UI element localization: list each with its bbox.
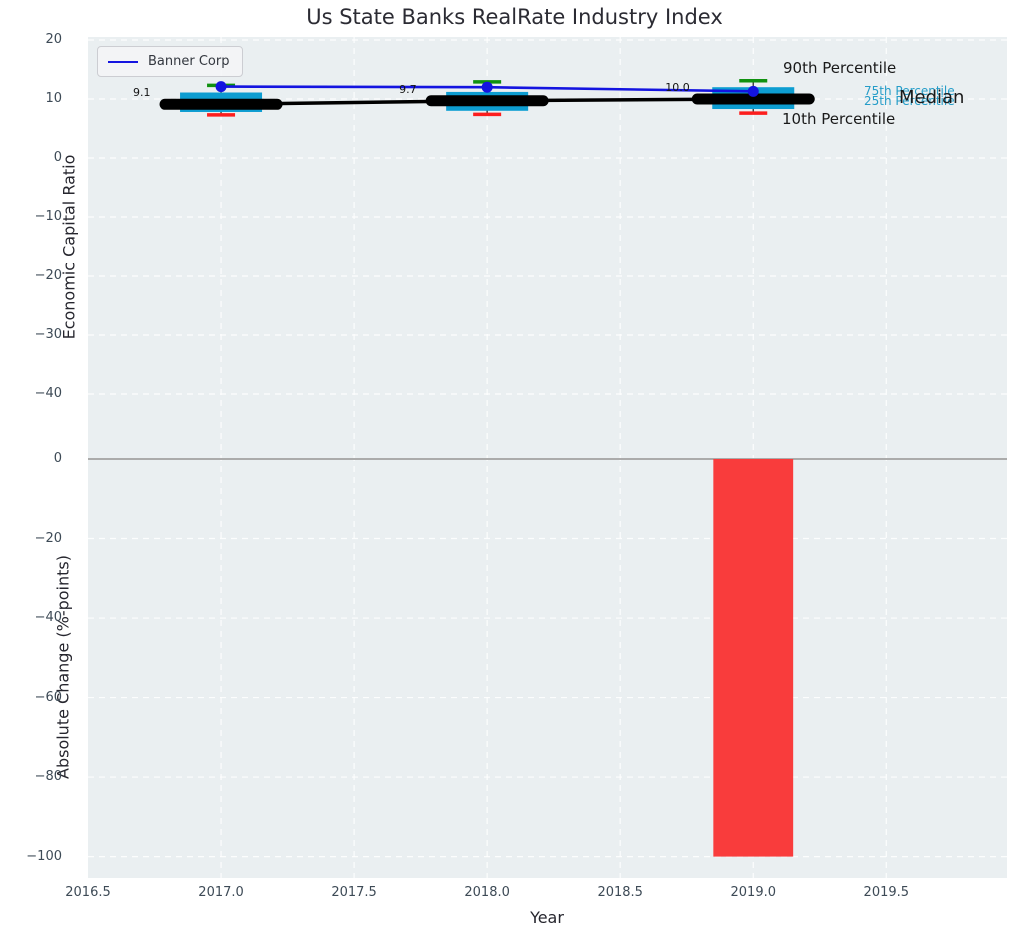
legend-line-swatch <box>108 60 138 63</box>
y-tick-label: −80 <box>34 769 62 785</box>
y-tick-label: −20 <box>34 268 62 283</box>
x-tick-label: 2017.0 <box>198 885 244 900</box>
legend: Banner Corp <box>97 46 243 77</box>
annotation-10th-percentile: 10th Percentile <box>782 110 896 128</box>
legend-label: Banner Corp <box>148 54 230 69</box>
banner-corp-point <box>215 81 227 93</box>
x-tick-label: 2018.0 <box>464 885 510 900</box>
x-tick-label: 2019.0 <box>730 885 777 900</box>
median-value-label: 9.1 <box>133 86 151 100</box>
bottom-y-axis-label: Absolute Change (%-points) <box>53 555 73 779</box>
plot-area <box>88 37 1007 878</box>
y-tick-label: −60 <box>34 689 62 705</box>
y-tick-label: −40 <box>34 386 62 401</box>
x-tick-label: 2017.5 <box>331 885 377 900</box>
x-tick-label: 2016.5 <box>65 885 111 900</box>
y-tick-label: 10 <box>45 91 62 106</box>
annotation-90th-percentile: 90th Percentile <box>783 59 897 77</box>
y-tick-label: −10 <box>34 209 62 224</box>
y-tick-label: −40 <box>34 610 62 626</box>
banner-corp-point <box>481 81 493 93</box>
median-value-label: 10.0 <box>665 81 690 94</box>
x-tick-label: 2019.5 <box>863 885 910 900</box>
x-tick-label: 2018.5 <box>597 885 643 900</box>
x-axis-label: Year <box>530 908 564 927</box>
y-tick-label: −30 <box>34 327 62 342</box>
y-tick-label: −100 <box>26 848 62 864</box>
y-tick-label: 0 <box>53 451 62 466</box>
figure: Us State Banks RealRate Industry Index E… <box>0 0 1029 942</box>
y-tick-label: 20 <box>45 32 62 47</box>
y-tick-label: 0 <box>53 150 62 165</box>
annotation-median: Median <box>899 87 965 108</box>
y-tick-label: −20 <box>34 530 62 546</box>
median-value-label: 9.7 <box>399 82 417 96</box>
chart-title: Us State Banks RealRate Industry Index <box>306 5 723 29</box>
banner-corp-point <box>747 85 759 97</box>
change-bar <box>713 459 794 857</box>
top-y-axis-label: Economic Capital Ratio <box>59 154 79 340</box>
